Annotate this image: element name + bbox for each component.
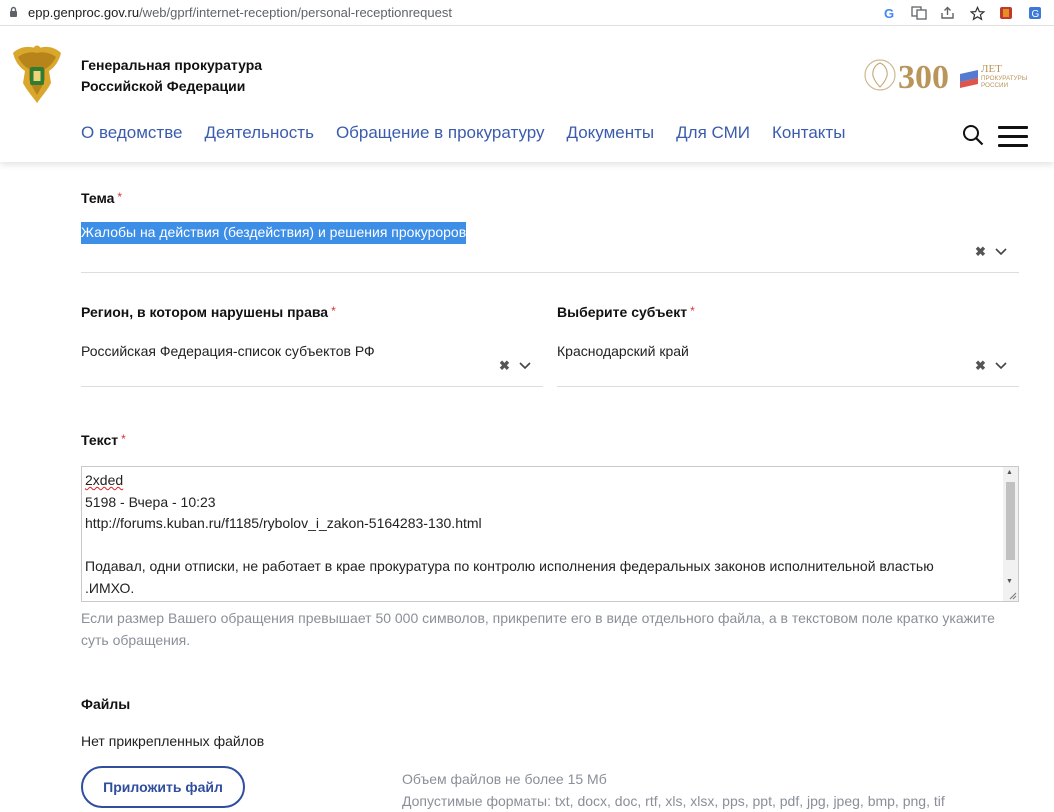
region-label: Регион, в котором нарушены права * [81, 304, 336, 320]
topic-selected-value: Жалобы на действия (бездействия) и решен… [81, 222, 467, 244]
attach-file-button[interactable]: Приложить файл [81, 766, 245, 808]
textarea-content: 2xded 5198 - Вчера - 10:23 http://forums… [85, 470, 1000, 600]
hamburger-menu-icon[interactable] [998, 126, 1028, 148]
textarea-line: 5198 - Вчера - 10:23 [85, 493, 216, 510]
chevron-down-icon[interactable] [995, 248, 1007, 256]
textarea-scrollbar[interactable]: ▲ ▼ [1003, 467, 1018, 601]
text-hint: Если размер Вашего обращения превышает 5… [81, 610, 995, 648]
region-select[interactable]: Российская Федерация-список субъектов РФ [81, 343, 375, 359]
site-header: Генеральная прокуратура Российской Федер… [0, 26, 1054, 162]
resize-handle-icon[interactable] [1007, 590, 1017, 600]
lock-icon[interactable] [9, 6, 18, 18]
anniversary-sub1: ПРОКУРАТУРЫ [981, 75, 1028, 82]
google-icon[interactable]: G [881, 4, 899, 22]
subject-underline [557, 386, 1019, 387]
files-title: Файлы [81, 696, 131, 712]
files-formats: Допустимые форматы: txt, docx, doc, rtf,… [402, 793, 945, 809]
search-icon[interactable] [962, 124, 984, 146]
files-size-limit: Объем файлов не более 15 Мб [402, 771, 607, 787]
topic-underline [81, 272, 1019, 273]
clear-icon[interactable]: ✖ [975, 358, 986, 374]
clear-icon[interactable]: ✖ [975, 244, 986, 260]
textarea-line: 2xded [85, 472, 124, 488]
url-text[interactable]: epp.genproc.gov.ru/web/gprf/internet-rec… [28, 5, 452, 20]
extension-icon[interactable] [997, 4, 1015, 22]
textarea-line [85, 535, 1000, 557]
chevron-down-icon[interactable] [519, 362, 531, 370]
nav-item-media[interactable]: Для СМИ [676, 123, 750, 143]
region-select-controls: ✖ [499, 358, 531, 374]
required-mark: * [121, 432, 126, 446]
no-files-text: Нет прикрепленных файлов [81, 733, 265, 749]
nav-item-about[interactable]: О ведомстве [81, 123, 183, 143]
nav-item-contacts[interactable]: Контакты [772, 123, 845, 143]
anniversary-300-logo: 300 ЛЕТ ПРОКУРАТУРЫ РОССИИ [864, 59, 1028, 96]
star-icon[interactable] [968, 4, 986, 22]
organization-name[interactable]: Генеральная прокуратура Российской Федер… [81, 55, 262, 97]
required-mark: * [117, 190, 123, 204]
main-nav: О ведомстве Деятельность Обращение в про… [81, 123, 867, 143]
subject-select[interactable]: Краснодарский край [557, 343, 689, 359]
textarea-line: Подавал, одни отписки, не работает в кра… [85, 558, 934, 575]
anniversary-number: 300 [898, 59, 949, 96]
text-textarea[interactable]: 2xded 5198 - Вчера - 10:23 http://forums… [81, 466, 1019, 602]
scrollbar-thumb[interactable] [1006, 482, 1015, 560]
nav-item-documents[interactable]: Документы [567, 123, 655, 143]
nav-item-appeal[interactable]: Обращение в прокуратуру [336, 123, 545, 143]
organization-name-line1: Генеральная прокуратура [81, 57, 263, 73]
chevron-down-icon[interactable] [995, 362, 1007, 370]
files-info: Объем файлов не более 15 Мб Допустимые ф… [402, 768, 945, 812]
translator-extension-icon[interactable]: G [1026, 4, 1044, 22]
nav-item-activity[interactable]: Деятельность [205, 123, 314, 143]
translate-icon[interactable] [910, 4, 928, 22]
anniversary-word: ЛЕТ [981, 63, 1002, 75]
share-icon[interactable] [939, 4, 957, 22]
organization-name-line2: Российской Федерации [81, 78, 246, 94]
region-underline [81, 386, 543, 387]
browser-address-bar: epp.genproc.gov.ru/web/gprf/internet-rec… [0, 0, 1054, 26]
svg-text:G: G [1032, 9, 1040, 20]
clear-icon[interactable]: ✖ [499, 358, 510, 374]
textarea-line: .ИМХО. [85, 579, 135, 596]
topic-select[interactable]: Жалобы на действия (бездействия) и решен… [81, 222, 467, 244]
required-mark: * [690, 304, 695, 318]
text-label: Текст * [81, 432, 126, 448]
svg-text:G: G [884, 6, 894, 20]
topic-select-controls: ✖ [975, 244, 1007, 260]
scroll-up-arrow-icon[interactable]: ▲ [1006, 469, 1013, 476]
anniversary-sub2: РОССИИ [981, 82, 1009, 89]
prosecutor-emblem-logo[interactable] [9, 43, 65, 107]
subject-select-controls: ✖ [975, 358, 1007, 374]
textarea-line: http://forums.kuban.ru/f1185/rybolov_i_z… [85, 515, 482, 532]
subject-label: Выберите субъект * [557, 304, 695, 320]
scroll-down-arrow-icon[interactable]: ▼ [1006, 578, 1013, 585]
required-mark: * [331, 304, 336, 318]
topic-label: Тема * [81, 190, 123, 206]
